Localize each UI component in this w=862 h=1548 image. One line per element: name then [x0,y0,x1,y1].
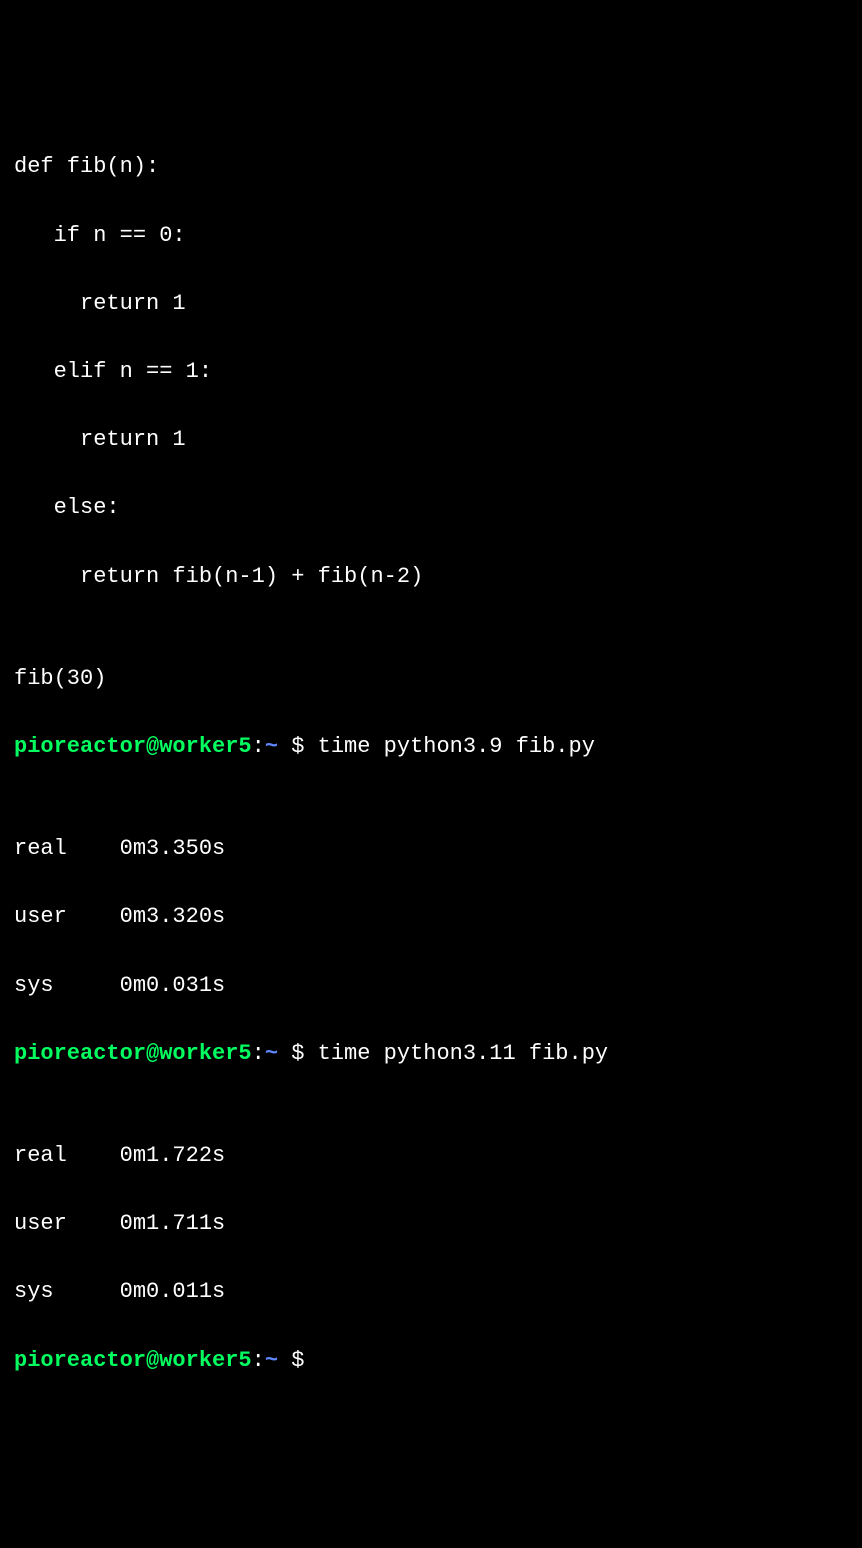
prompt-colon: : [252,1041,265,1066]
prompt-path: ~ [265,1348,291,1373]
command-2: time python3.11 fib.py [318,1041,608,1066]
prompt-line-1[interactable]: pioreactor@worker5:~ $ time python3.9 fi… [14,730,848,764]
code-line: def fib(n): [14,150,848,184]
prompt-dollar: $ [291,734,317,759]
prompt-colon: : [252,734,265,759]
time-real-1: real 0m3.350s [14,832,848,866]
time-sys-2: sys 0m0.011s [14,1275,848,1309]
code-line: else: [14,491,848,525]
prompt-path: ~ [265,734,291,759]
prompt-user-host: pioreactor@worker5 [14,1348,252,1373]
code-line: return fib(n-1) + fib(n-2) [14,560,848,594]
prompt-line-2[interactable]: pioreactor@worker5:~ $ time python3.11 f… [14,1037,848,1071]
time-user-1: user 0m3.320s [14,900,848,934]
prompt-line-current[interactable]: pioreactor@worker5:~ $ [14,1344,848,1378]
code-line: return 1 [14,423,848,457]
code-line: fib(30) [14,662,848,696]
prompt-user-host: pioreactor@worker5 [14,1041,252,1066]
time-sys-1: sys 0m0.031s [14,969,848,1003]
code-line: elif n == 1: [14,355,848,389]
prompt-dollar: $ [291,1041,317,1066]
code-line: return 1 [14,287,848,321]
prompt-path: ~ [265,1041,291,1066]
command-1: time python3.9 fib.py [318,734,595,759]
time-real-2: real 0m1.722s [14,1139,848,1173]
time-user-2: user 0m1.711s [14,1207,848,1241]
prompt-user-host: pioreactor@worker5 [14,734,252,759]
prompt-dollar: $ [291,1348,317,1373]
code-line: if n == 0: [14,219,848,253]
prompt-colon: : [252,1348,265,1373]
